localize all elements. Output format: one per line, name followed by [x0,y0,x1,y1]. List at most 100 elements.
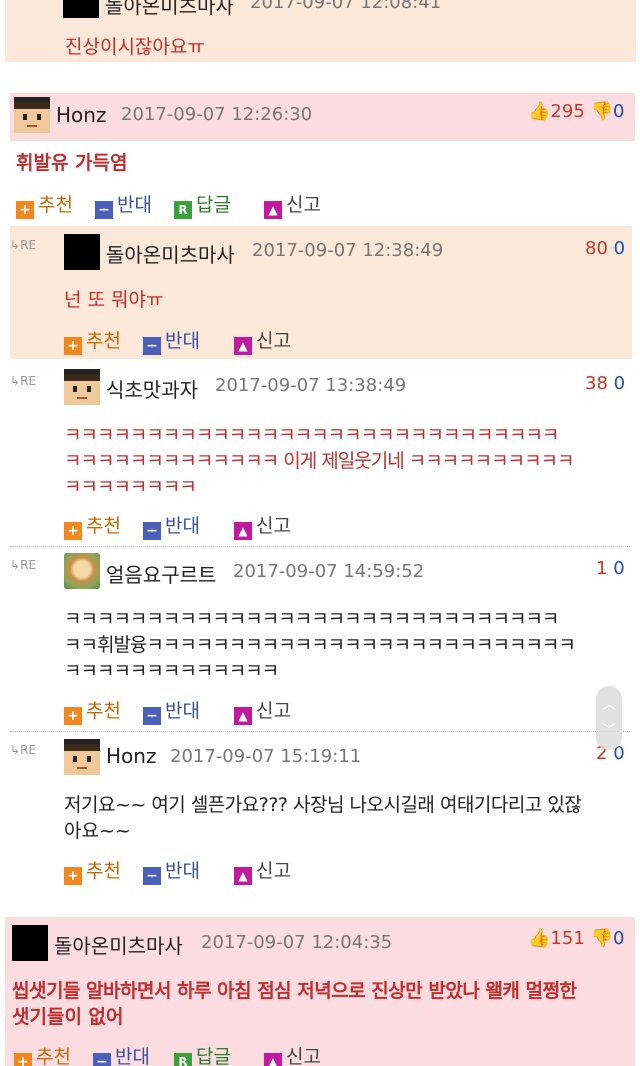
reply-text: 넌 또 뭐야ㅠ [64,289,164,311]
reply-actions: + 추천 − 반대 ▲ 신고 [64,511,464,540]
vote-counts: 1 0 [596,558,625,579]
reply-arrow-icon: ↳RE [10,743,36,757]
plus-icon: + [64,707,82,725]
recommend-button[interactable]: + 추천 [64,511,121,540]
oppose-button[interactable]: − 반대 [95,190,152,219]
comment-date: 2017-09-07 12:26:30 [121,104,313,125]
alarm-icon: ▲ [234,522,252,540]
reply-nick[interactable]: 돌아온미츠마사 [106,239,235,268]
reply-text-line: ㅋㅋ휘발융ㅋㅋㅋㅋㅋㅋㅋㅋㅋㅋㅋㅋㅋㅋㅋㅋㅋㅋㅋㅋㅋㅋㅋㅋㅋㅋ [64,634,576,656]
recommend-button[interactable]: + 추천 [64,696,121,725]
recommend-button[interactable]: + 추천 [16,190,73,219]
oppose-button[interactable]: − 반대 [143,696,200,725]
thumbs-down-icon[interactable]: 👎 [591,928,613,949]
comment-text: 진상이시잖아요ㅠ [65,36,205,58]
reply-actions: + 추천 − 반대 ▲ 신고 [64,326,464,355]
comment-text-line: 샛기들이 없어 [12,1006,124,1028]
comment-date: 2017-09-07 12:08:41 [250,0,442,13]
reply-date: 2017-09-07 15:19:11 [170,746,362,767]
plus-icon: + [14,1053,32,1066]
thumbs-up-icon[interactable]: 👍 [528,101,550,122]
avatar[interactable] [64,553,100,589]
minus-icon: − [143,522,161,540]
avatar[interactable] [64,369,100,405]
reply-date: 2017-09-07 13:38:49 [215,375,407,396]
reply-arrow-icon: ↳RE [10,374,36,388]
avatar[interactable] [64,739,100,775]
oppose-button[interactable]: − 반대 [143,856,200,885]
down-count[interactable]: 0 [614,373,625,394]
reply-text-line: ㅋㅋㅋㅋㅋㅋㅋㅋㅋㅋㅋㅋㅋㅋㅋㅋㅋㅋㅋㅋㅋㅋㅋㅋㅋㅋㅋㅋㅋㅋ [64,608,559,630]
reply-text-line: 저기요~~ 여기 셀픈가요??? 사장님 나오시길래 여태기다리고 있잖 [64,794,582,816]
scroll-buttons[interactable]: ︿ ﹀ [596,686,622,750]
recommend-button[interactable]: + 추천 [14,1042,71,1066]
up-count: 295 [550,101,585,122]
reply-arrow-icon: ↳RE [10,238,36,252]
minus-icon: − [143,867,161,885]
alarm-icon: ▲ [234,867,252,885]
reply-text-line: ㅋㅋㅋㅋㅋㅋㅋㅋㅋㅋㅋㅋㅋㅋㅋㅋㅋㅋㅋㅋㅋㅋㅋㅋㅋㅋㅋㅋㅋㅋ [64,424,559,446]
minus-icon: − [143,707,161,725]
up-count[interactable]: 1 [596,558,607,579]
down-count: 0 [612,928,625,949]
alarm-icon: ▲ [264,201,282,219]
down-count[interactable]: 0 [613,558,624,579]
comment-nick[interactable]: 돌아온미츠마사 [54,930,183,959]
reply-arrow-icon: ↳RE [10,558,36,572]
up-count: 151 [550,928,585,949]
reply-text-line: ㅋㅋㅋㅋㅋㅋㅋㅋㅋㅋㅋㅋㅋ 이게 제일웃기네 ㅋㅋㅋㅋㅋㅋㅋㅋㅋㅋ [64,450,575,472]
divider [10,731,630,732]
report-button[interactable]: ▲ 신고 [234,696,291,725]
reply-text-line: ㅋㅋㅋㅋㅋㅋㅋㅋㅋㅋㅋㅋㅋ [64,660,279,682]
thumbs-down-icon[interactable]: 👎 [591,101,613,122]
reply-nick[interactable]: 얼음요구르트 [106,559,216,588]
plus-icon: + [64,337,82,355]
comment-actions: + 추천 − 반대 R 답글 ▲ 신고 [16,190,616,219]
minus-icon: − [95,201,113,219]
reply-button[interactable]: R 답글 [174,190,231,219]
minus-icon: − [143,337,161,355]
reply-text-line: ㅋㅋㅋㅋㅋㅋㅋㅋ [64,476,197,498]
avatar[interactable] [12,925,48,961]
recommend-button[interactable]: + 추천 [64,856,121,885]
comment-nick: 돌아온미츠마사 [105,0,234,18]
report-button[interactable]: ▲ 신고 [234,511,291,540]
avatar[interactable] [64,234,100,270]
reply-nick[interactable]: 식초맛과자 [106,374,198,403]
report-button[interactable]: ▲ 신고 [234,856,291,885]
plus-icon: + [64,867,82,885]
up-count[interactable]: 80 [585,238,608,259]
comment-text-line: 씹샛기들 알바하면서 하루 아침 점심 저녁으로 진상만 받았나 왤캐 멀쩡한 [12,980,577,1002]
vote-counts: 👍151 👎0 [528,928,624,949]
recommend-button[interactable]: + 추천 [64,326,121,355]
divider [10,546,630,547]
alarm-icon: ▲ [234,337,252,355]
oppose-button[interactable]: − 반대 [93,1042,150,1066]
comment-date: 2017-09-07 12:04:35 [201,932,393,953]
comment-text: 휘발유 가득염 [16,152,128,174]
comment-nick[interactable]: Honz [56,103,106,127]
comment-top-partial: 돌아온미츠마사 2017-09-07 12:08:41 진상이시잖아요ㅠ [5,0,636,62]
plus-icon: + [16,201,34,219]
reply-button[interactable]: R 답글 [174,1042,231,1066]
report-button[interactable]: ▲ 신고 [264,1042,321,1066]
chevron-up-icon[interactable]: ︿ [602,694,616,714]
reply-nick[interactable]: Honz [106,744,156,768]
vote-counts: 38 0 [585,373,625,394]
reply-actions: + 추천 − 반대 ▲ 신고 [64,856,464,885]
comment-actions: + 추천 − 반대 R 답글 ▲ 신고 [14,1042,614,1066]
reply-icon: R [174,1053,192,1066]
chevron-down-icon[interactable]: ﹀ [602,720,616,740]
reply-icon: R [174,201,192,219]
reply-date: 2017-09-07 12:38:49 [252,240,444,261]
report-button[interactable]: ▲ 신고 [264,190,321,219]
oppose-button[interactable]: − 반대 [143,511,200,540]
vote-counts: 80 0 [585,238,625,259]
plus-icon: + [64,522,82,540]
report-button[interactable]: ▲ 신고 [234,326,291,355]
up-count[interactable]: 38 [585,373,608,394]
avatar[interactable] [14,97,50,133]
oppose-button[interactable]: − 반대 [143,326,200,355]
down-count[interactable]: 0 [614,238,625,259]
thumbs-up-icon[interactable]: 👍 [528,928,550,949]
